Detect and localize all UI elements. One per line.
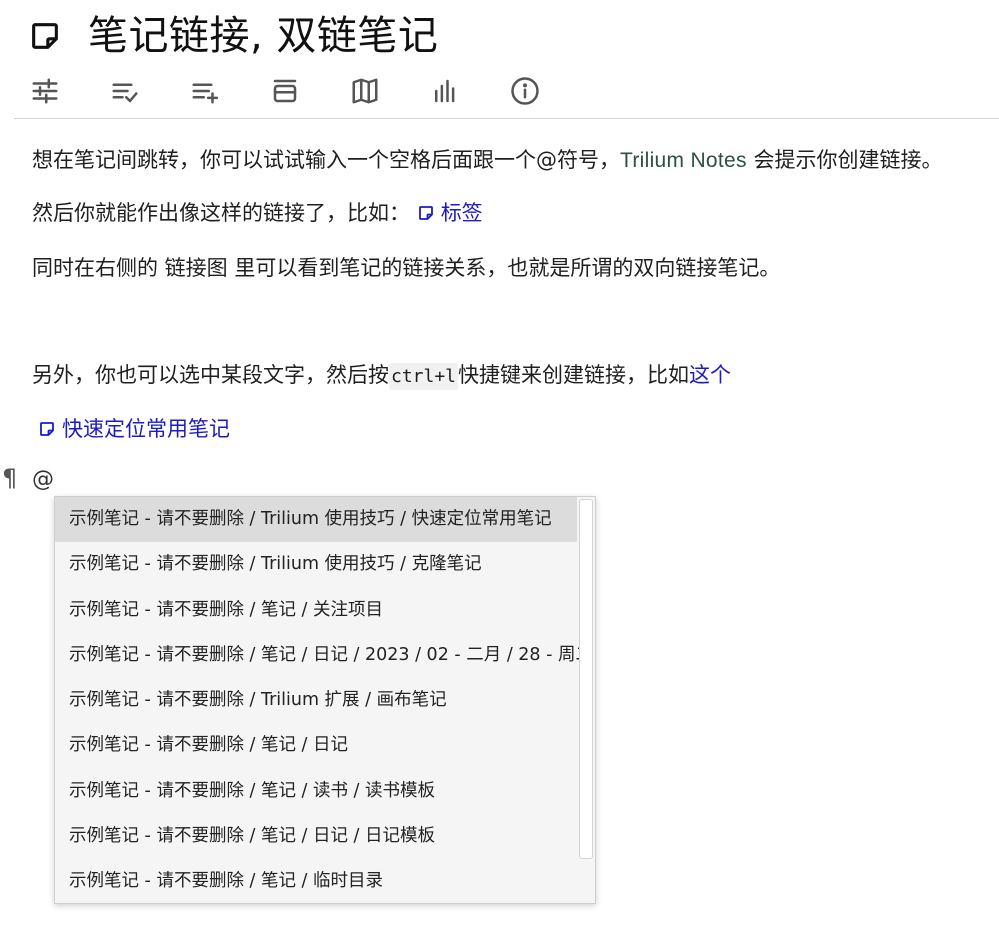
paragraph-4-text-mid: 快捷键来创建链接，比如 [458, 363, 690, 387]
note-ribbon [28, 74, 588, 108]
autocomplete-scrollbar[interactable] [579, 499, 593, 859]
note-autocomplete-dropdown[interactable]: 示例笔记 - 请不要删除 / Trilium 使用技巧 / 快速定位常用笔记 示例… [54, 496, 596, 904]
note-properties-button[interactable] [28, 74, 62, 108]
tag-note-link-label: 标签 [440, 201, 483, 225]
note-link-icon [418, 206, 433, 220]
layout-icon [273, 79, 297, 103]
autocomplete-item[interactable]: 示例笔记 - 请不要删除 / 笔记 / 临时目录 [55, 859, 577, 903]
sliders-icon [32, 78, 58, 104]
autocomplete-item[interactable]: 示例笔记 - 请不要删除 / 笔记 / 读书 / 读书模板 [55, 769, 577, 814]
note-title[interactable]: 笔记链接, 双链笔记 [88, 8, 438, 64]
paragraph-4-text: 另外，你也可以选中某段文字，然后按 [32, 363, 389, 387]
paragraph-1-text-end: 会提示你创建链接。 [746, 148, 943, 172]
autocomplete-item[interactable]: 示例笔记 - 请不要删除 / 笔记 / 日记 / 日记模板 [55, 814, 577, 859]
quick-locate-note-link-label: 快速定位常用笔记 [62, 417, 230, 441]
quick-locate-note-link[interactable]: 快速定位常用笔记 [38, 417, 230, 441]
bar-chart-icon [435, 79, 455, 103]
note-add-list-button[interactable] [188, 74, 222, 108]
paragraph-4: 另外，你也可以选中某段文字，然后按 ctrl+l快捷键来创建链接，比如这个 [32, 359, 731, 390]
info-icon [511, 77, 539, 105]
paragraph-3: 同时在右侧的 链接图 里可以看到笔记的链接关系，也就是所谓的双向链接笔记。 [32, 256, 781, 280]
paragraph-5: 快速定位常用笔记 [38, 413, 230, 443]
mention-trigger-text[interactable]: @ [32, 467, 54, 492]
autocomplete-list: 示例笔记 - 请不要删除 / Trilium 使用技巧 / 快速定位常用笔记 示例… [55, 497, 593, 903]
paragraph-1: 想在笔记间跳转，你可以试试输入一个空格后面跟一个@符号，Trilium Note… [32, 144, 943, 174]
map-icon [352, 78, 378, 104]
inline-link-this[interactable]: 这个 [689, 363, 731, 387]
note-icon [32, 23, 58, 49]
note-layout-button[interactable] [268, 74, 302, 108]
ribbon-divider [14, 118, 999, 119]
note-info-button[interactable] [508, 74, 542, 108]
note-link-icon [40, 422, 54, 436]
autocomplete-item[interactable]: 示例笔记 - 请不要删除 / 笔记 / 关注项目 [55, 588, 577, 633]
autocomplete-item[interactable]: 示例笔记 - 请不要删除 / 笔记 / 日记 [55, 723, 577, 768]
autocomplete-item[interactable]: 示例笔记 - 请不要删除 / Trilium 扩展 / 画布笔记 [55, 678, 577, 723]
tag-note-link[interactable]: 标签 [417, 201, 483, 225]
shortcut-code: ctrl+l [389, 363, 459, 390]
paragraph-mark: ¶ [2, 464, 18, 492]
autocomplete-item[interactable]: 示例笔记 - 请不要删除 / Trilium 使用技巧 / 克隆笔记 [55, 542, 577, 587]
autocomplete-item[interactable]: 示例笔记 - 请不要删除 / Trilium 使用技巧 / 快速定位常用笔记 [55, 497, 577, 543]
note-page: 笔记链接, 双链笔记 想在笔记间跳转，你可以试试输入一个空格后面跟一个@符号，T… [0, 0, 999, 929]
paragraph-2-text: 然后你就能作出像这样的链接了，比如： [32, 201, 410, 225]
note-title-row: 笔记链接, 双链笔记 [28, 8, 438, 64]
note-checklist-button[interactable] [108, 74, 142, 108]
note-map-button[interactable] [348, 74, 382, 108]
autocomplete-item[interactable]: 示例笔记 - 请不要删除 / 笔记 / 日记 / 2023 / 02 - 二月 … [55, 633, 593, 678]
app-name: Trilium Notes [620, 149, 747, 172]
paragraph-1-text: 想在笔记间跳转，你可以试试输入一个空格后面跟一个@符号， [32, 148, 620, 172]
note-stats-button[interactable] [428, 74, 462, 108]
list-plus-icon [192, 83, 219, 104]
list-check-icon [112, 83, 138, 103]
paragraph-2: 然后你就能作出像这样的链接了，比如： 标签 [32, 197, 483, 227]
